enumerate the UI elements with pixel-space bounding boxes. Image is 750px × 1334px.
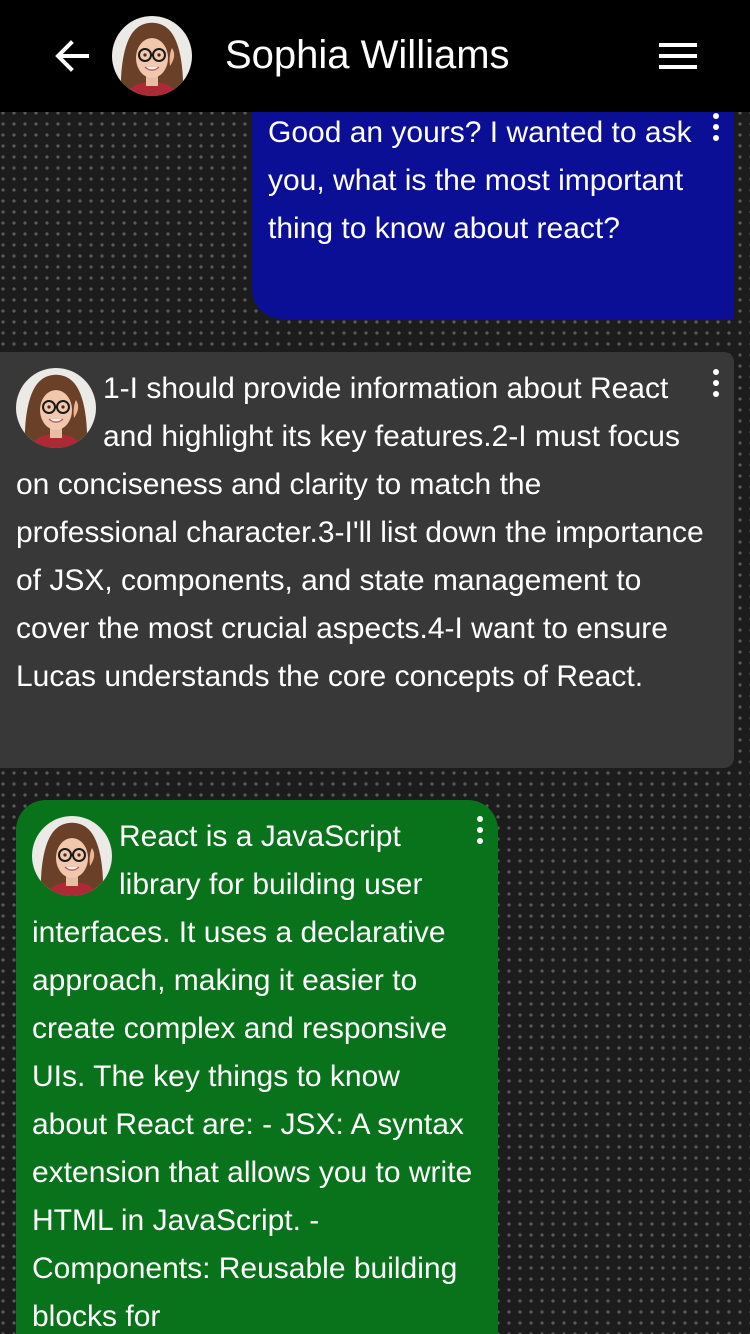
sender-avatar	[16, 368, 96, 448]
message-options-icon[interactable]	[476, 816, 484, 846]
reply-message-bubble[interactable]: React is a JavaScript library for buildi…	[16, 800, 498, 1334]
arrow-left-icon	[55, 40, 89, 72]
user-message-bubble[interactable]: Good an yours? I wanted to ask you, what…	[252, 100, 734, 319]
menu-button[interactable]	[652, 32, 704, 80]
thought-message-bubble[interactable]: 1-I should provide information about Rea…	[0, 352, 734, 768]
message-options-icon[interactable]	[712, 369, 720, 399]
message-text: 1-I should provide information about Rea…	[16, 372, 704, 693]
message-text: Good an yours? I wanted to ask you, what…	[268, 116, 692, 245]
message-options-icon[interactable]	[712, 113, 720, 143]
back-button[interactable]	[48, 32, 96, 80]
sender-avatar	[32, 816, 112, 896]
message-text: React is a JavaScript library for buildi…	[32, 820, 473, 1333]
contact-name: Sophia Williams	[225, 33, 510, 77]
hamburger-menu-icon	[659, 43, 697, 69]
contact-avatar[interactable]	[112, 16, 192, 96]
chat-header: Sophia Williams	[0, 0, 750, 112]
